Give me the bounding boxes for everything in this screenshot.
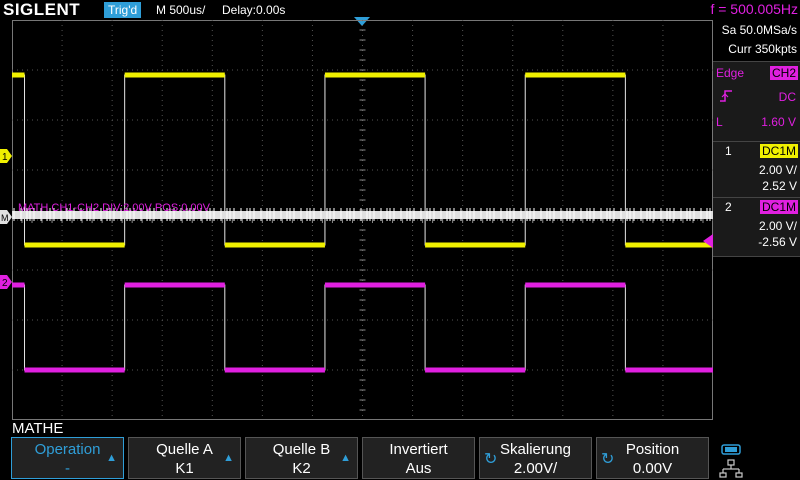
softkey-position[interactable]: ↻ Position 0.00V: [596, 437, 709, 479]
trigger-status-badge: Trig'd: [104, 2, 142, 18]
timebase-readout[interactable]: M 500us/: [156, 2, 205, 18]
graticule: [12, 20, 713, 420]
status-bar: SIGLENT Trig'd M 500us/ Delay:0.00s f = …: [0, 0, 800, 20]
menu-title: MATHE: [12, 420, 64, 437]
ch1-info-box[interactable]: 1 DC1M 2.00 V/ 2.52 V: [713, 141, 800, 201]
math-marker-label: M: [1, 213, 9, 223]
softkey-invert[interactable]: Invertiert Aus: [362, 437, 475, 479]
ch1-coupling-badge: DC1M: [759, 144, 798, 158]
ch2-info-box[interactable]: 2 DC1M 2.00 V/ -2.56 V: [713, 197, 800, 257]
softkey-menu: Operation - ▲ Quelle A K1 ▲ Quelle B K2 …: [0, 437, 800, 480]
math-level-marker-icon[interactable]: M: [0, 210, 12, 224]
arrow-up-icon: ▲: [223, 452, 234, 464]
ch2-offset: -2.56 V: [758, 235, 797, 249]
ch1-number: 1: [725, 144, 732, 158]
waveform-display[interactable]: [12, 20, 713, 420]
arrow-up-icon: ▲: [106, 452, 117, 464]
math-label: MATH CH1-CH2 DIV:2.00V POS:0.00V: [18, 202, 210, 214]
ch1-offset: 2.52 V: [762, 179, 797, 193]
ch2-volts-div: 2.00 V/: [758, 219, 797, 233]
trigger-level-value: 1.60 V: [761, 115, 796, 129]
trigger-coupling: DC: [778, 90, 796, 104]
softkey-source-a[interactable]: Quelle A K1 ▲: [128, 437, 241, 479]
brand-logo: SIGLENT: [3, 0, 81, 19]
softkey-invert-label: Invertiert: [389, 441, 448, 458]
softkey-operation[interactable]: Operation - ▲: [11, 437, 124, 479]
ch2-number: 2: [725, 200, 732, 214]
memory-depth: Curr 350kpts: [728, 42, 797, 56]
delay-readout[interactable]: Delay:0.00s: [222, 2, 285, 18]
softkey-position-label: Position: [625, 441, 680, 458]
arrow-up-icon: ▲: [340, 452, 351, 464]
ch2-marker-label: 2: [2, 278, 8, 289]
ch2-trace-edges: [12, 284, 713, 371]
rising-edge-icon: [720, 90, 732, 102]
info-panel: Sa 50.0MSa/s Curr 350kpts Edge CH2 DC L …: [713, 20, 800, 420]
ch2-coupling-badge: DC1M: [759, 200, 798, 214]
ch1-marker-label: 1: [2, 152, 8, 163]
ch1-volts-div: 2.00 V/: [758, 163, 797, 177]
system-status-icons: [719, 444, 743, 478]
softkey-position-value: 0.00V: [632, 460, 673, 477]
sample-rate: Sa 50.0MSa/s: [721, 23, 797, 37]
trigger-level-label: L: [716, 115, 723, 129]
ch1-level-marker-icon[interactable]: 1: [0, 149, 12, 163]
network-icon: [719, 459, 743, 478]
trigger-source-badge: CH2: [769, 66, 798, 80]
softkey-scale[interactable]: ↻ Skalierung 2.00V/: [479, 437, 592, 479]
frequency-counter: f = 500.005Hz: [710, 1, 798, 17]
softkey-source-b[interactable]: Quelle B K2 ▲: [245, 437, 358, 479]
softkey-invert-value: Aus: [405, 460, 432, 477]
softkey-scale-value: 2.00V/: [513, 460, 558, 477]
ch2-level-marker-icon[interactable]: 2: [0, 275, 12, 289]
trigger-level-marker-icon[interactable]: [703, 234, 713, 248]
trigger-type: Edge: [716, 66, 745, 80]
softkey-scale-label: Skalierung: [500, 441, 571, 458]
